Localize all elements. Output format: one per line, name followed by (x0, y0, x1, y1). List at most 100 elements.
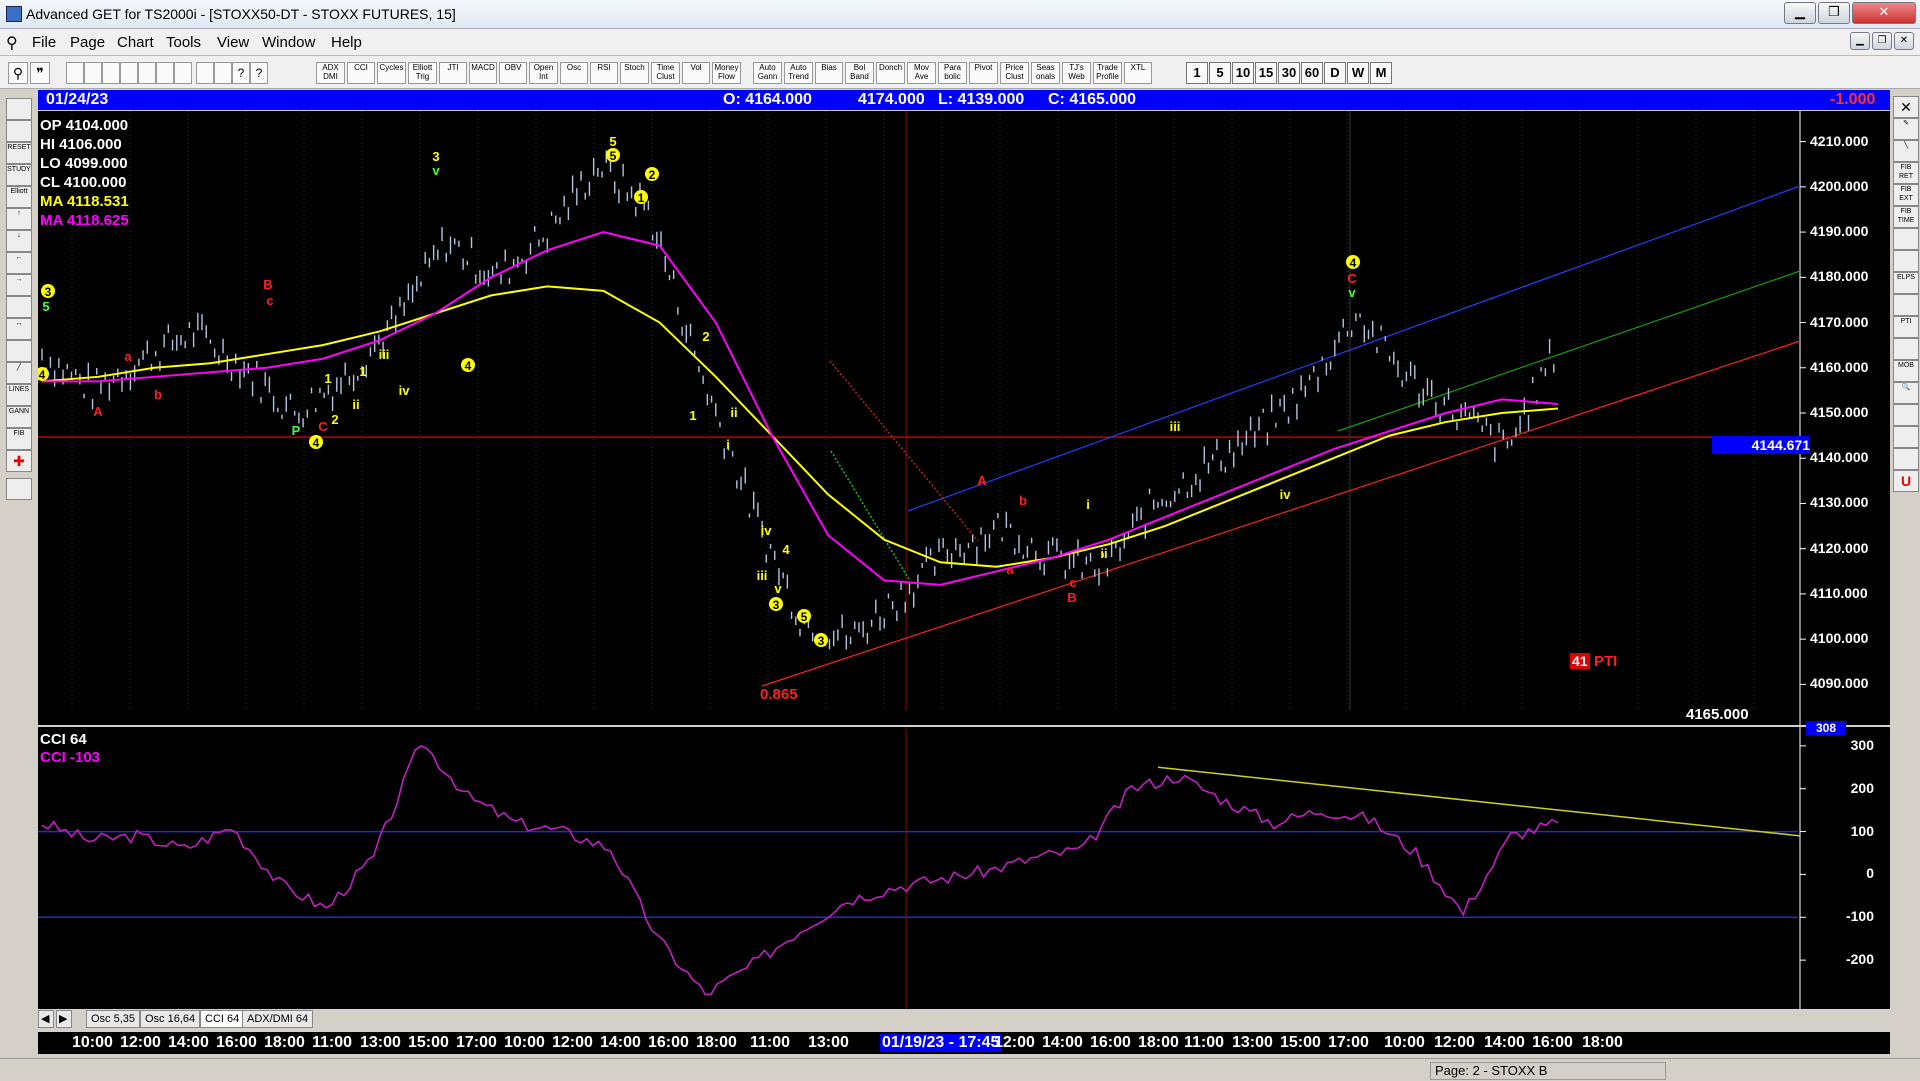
study-button-price-clust[interactable]: Price Clust (1000, 62, 1029, 84)
table-icon[interactable] (1893, 448, 1919, 470)
magnify-icon[interactable]: 🔍 (1893, 382, 1919, 404)
close-button[interactable]: ✕ (1852, 2, 1916, 24)
save-page-icon[interactable] (102, 62, 120, 84)
elliott-icon[interactable]: Elliott (6, 186, 32, 208)
gann-icon[interactable]: GANN (6, 406, 32, 428)
arrow-right-icon[interactable]: → (6, 274, 32, 296)
study-button-para-bolic[interactable]: Para bolic (938, 62, 967, 84)
regression-icon[interactable] (1893, 250, 1919, 272)
study-button-seas-onals[interactable]: Seas onals (1031, 62, 1060, 84)
study-button-trade-profile[interactable]: Trade Profile (1093, 62, 1122, 84)
study-button-bias[interactable]: Bias (815, 62, 843, 84)
interval-button-d[interactable]: D (1324, 62, 1346, 84)
ellipse-icon[interactable]: ELPS (1893, 272, 1919, 294)
bars-icon[interactable] (6, 296, 32, 318)
zoom-icon[interactable] (174, 62, 192, 84)
pencil-icon[interactable]: ✎ (1893, 118, 1919, 140)
study-button-auto-gann[interactable]: Auto Gann (753, 62, 782, 84)
study-button-time-clust[interactable]: Time Clust (651, 62, 680, 84)
document-icon[interactable]: ⚲ (6, 33, 18, 53)
interval-button-5[interactable]: 5 (1209, 62, 1231, 84)
tab-adx-dmi-64[interactable]: ADX/DMI 64 (242, 1010, 314, 1028)
mdi-minimize-icon[interactable]: ▁ (1850, 32, 1870, 50)
interval-button-w[interactable]: W (1347, 62, 1369, 84)
grid-tool-icon[interactable] (6, 340, 32, 362)
price-chart[interactable]: 3 5 4 Aa b Bc C P 2 4 1 1 ii iii iv 3 v 4 5 5 2 1 2 1 ii i iv 4 iii v… (38, 111, 1890, 725)
close-drawing-icon[interactable]: ✕ (1893, 96, 1919, 118)
study-button-cycles[interactable]: Cycles (377, 62, 406, 84)
menu-window[interactable]: Window (262, 34, 315, 51)
fib-retracement-icon[interactable]: FIB RET (1893, 162, 1919, 184)
study-button-stoch[interactable]: Stoch (620, 62, 649, 84)
study-button-auto-trend[interactable]: Auto Trend (784, 62, 813, 84)
study-button-mov-ave[interactable]: Mov Ave (907, 62, 936, 84)
lines-icon[interactable]: LINES (6, 384, 32, 406)
crosshair-icon[interactable]: ✚ (6, 450, 32, 472)
notes-icon[interactable] (1893, 426, 1919, 448)
arrow-up-icon[interactable]: ↑ (6, 208, 32, 230)
interval-button-30[interactable]: 30 (1278, 62, 1300, 84)
channel-icon[interactable] (1893, 228, 1919, 250)
arrow-down-icon[interactable]: ↓ (6, 230, 32, 252)
grid-icon[interactable] (156, 62, 174, 84)
study-button-osc[interactable]: Osc (560, 62, 588, 84)
study-button-money-flow[interactable]: Money Flow (712, 62, 741, 84)
tab-osc-5-35[interactable]: Osc 5,35 (86, 1010, 141, 1028)
study-button-cci[interactable]: CCI (347, 62, 375, 84)
marker-icon[interactable] (1893, 404, 1919, 426)
arrow-left-icon[interactable]: ← (6, 252, 32, 274)
mob-icon[interactable]: MOB (1893, 360, 1919, 382)
fib-time-icon[interactable]: FIB TIME (1893, 206, 1919, 228)
reset-icon[interactable]: RESET (6, 142, 32, 164)
menu-page[interactable]: Page (70, 34, 105, 51)
help-cursor-icon[interactable]: ❞ (30, 62, 50, 84)
cci-chart-svg[interactable] (38, 727, 1890, 1009)
erase-icon[interactable] (6, 478, 32, 500)
menu-help[interactable]: Help (331, 34, 362, 51)
tab-osc-16-64[interactable]: Osc 16,64 (140, 1010, 201, 1028)
undo-icon[interactable]: U (1893, 470, 1919, 492)
question-icon[interactable]: ? (232, 62, 250, 84)
study-button-elliott-trig[interactable]: Elliott Trig (408, 62, 437, 84)
mdi-restore-icon[interactable]: ❐ (1872, 32, 1892, 50)
tab-scroll-right-icon[interactable]: ▶ (56, 1010, 72, 1028)
study-button-jti[interactable]: JTI (439, 62, 467, 84)
study-button-obv[interactable]: OBV (499, 62, 527, 84)
study-button-vol[interactable]: Vol (682, 62, 710, 84)
interval-button-1[interactable]: 1 (1186, 62, 1208, 84)
study-button-bol-band[interactable]: Bol Band (845, 62, 874, 84)
study-button-open-int[interactable]: Open Int (529, 62, 558, 84)
cursor-icon[interactable]: ⚲ (8, 62, 28, 84)
copy-icon[interactable] (120, 62, 138, 84)
open-page-icon[interactable] (84, 62, 102, 84)
interval-button-60[interactable]: 60 (1301, 62, 1323, 84)
study-button-donch[interactable]: Donch (876, 62, 905, 84)
study-button-xtl[interactable]: XTL (1124, 62, 1152, 84)
study-button-rsi[interactable]: RSI (590, 62, 618, 84)
tab-scroll-left-icon[interactable]: ◀ (38, 1010, 54, 1028)
interval-button-15[interactable]: 15 (1255, 62, 1277, 84)
tab-cci-64[interactable]: CCI 64 (200, 1010, 245, 1028)
menu-chart[interactable]: Chart (117, 34, 154, 51)
menu-file[interactable]: File (32, 34, 56, 51)
cci-panel[interactable]: CCI 64 CCI -103 308 300 200 100 0 -100 -200 (38, 721, 1890, 1009)
price-chart-svg[interactable]: 354AabBcCP2411iiiiiiv3v4552121 iiiiv4iiiv… (38, 111, 1890, 725)
interval-button-m[interactable]: M (1370, 62, 1392, 84)
study-button-pivot[interactable]: Pivot (969, 62, 998, 84)
folder-icon[interactable] (6, 98, 32, 120)
trendline-icon[interactable]: ╱ (6, 362, 32, 384)
remove-study-icon[interactable]: STUDY (6, 164, 32, 186)
print-preview-icon[interactable] (214, 62, 232, 84)
wave-icon[interactable] (1893, 294, 1919, 316)
app-icon[interactable] (6, 6, 22, 22)
pti-icon[interactable]: PTI (1893, 316, 1919, 338)
new-page-icon[interactable] (66, 62, 84, 84)
menu-tools[interactable]: Tools (166, 34, 201, 51)
study-button-macd[interactable]: MACD (469, 62, 497, 84)
maximize-button[interactable]: ❐ (1818, 2, 1850, 24)
study-button-adx-dmi[interactable]: ADX DMI (316, 62, 345, 84)
print-icon[interactable] (196, 62, 214, 84)
arrange-icon[interactable] (138, 62, 156, 84)
context-help-icon[interactable]: ? (250, 62, 268, 84)
fib-icon[interactable]: FIB (6, 428, 32, 450)
